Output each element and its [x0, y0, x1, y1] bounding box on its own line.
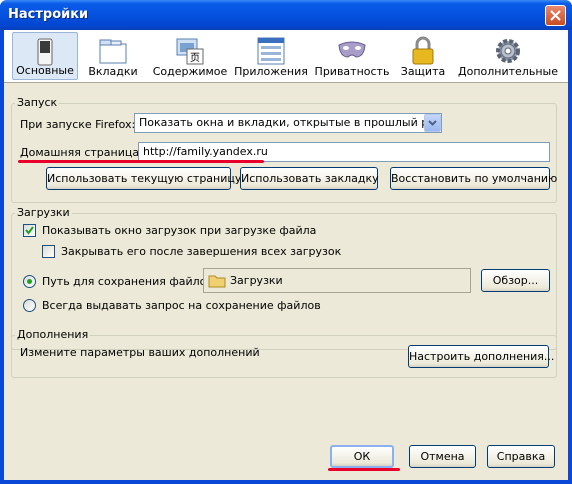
homepage-value: http://family.yandex.ru: [143, 145, 268, 158]
tab-label: Приложения: [234, 65, 308, 78]
help-button[interactable]: Справка: [487, 445, 555, 468]
folder-icon: [208, 275, 226, 288]
privacy-mask-icon: [338, 41, 366, 58]
tabs-icon: [99, 39, 127, 64]
window-title: Настройки: [8, 7, 89, 22]
tab-content[interactable]: 页 Содержимое: [150, 32, 230, 80]
show-downloads-checkbox[interactable]: [23, 224, 36, 237]
tab-label: Приватность: [314, 65, 390, 78]
close-after-checkbox[interactable]: [42, 245, 55, 258]
tab-applications[interactable]: Приложения: [234, 32, 308, 80]
use-current-page-button[interactable]: Использовать текущую страницу: [46, 167, 241, 190]
tab-tabs[interactable]: Вкладки: [82, 32, 144, 80]
on-start-select[interactable]: Показать окна и вкладки, открытые в прош…: [134, 113, 442, 133]
tab-main[interactable]: Основные: [12, 32, 78, 80]
startup-group-label: Запуск: [15, 96, 60, 109]
homepage-label: Домашняя страница:: [20, 146, 143, 159]
content-icon: 页: [176, 38, 204, 65]
svg-text:页: 页: [190, 52, 200, 64]
close-icon: [550, 10, 561, 21]
restore-default-button[interactable]: Восстановить по умолчанию: [390, 167, 557, 190]
always-ask-radio[interactable]: [23, 299, 36, 312]
addons-description: Измените параметры ваших дополнений: [20, 346, 260, 359]
chevron-down-icon: [428, 120, 437, 126]
save-path-value: Загрузки: [230, 274, 283, 287]
tab-label: Основные: [16, 64, 74, 77]
close-after-label: Закрывать его после завершения всех загр…: [61, 245, 342, 258]
dialog-body: Основные Вкладки 页 Содержимое Приложения…: [4, 30, 568, 480]
checkmark-icon: [25, 226, 34, 235]
tab-privacy[interactable]: Приватность: [314, 32, 390, 80]
save-path-radio[interactable]: [23, 275, 36, 288]
ok-button[interactable]: ОК: [330, 445, 394, 468]
applications-icon: [257, 37, 285, 65]
browse-button[interactable]: Обзор...: [481, 269, 550, 292]
use-bookmark-button[interactable]: Использовать закладку: [240, 167, 379, 190]
padlock-icon: [412, 36, 434, 65]
title-bar[interactable]: Настройки: [0, 0, 572, 30]
tab-label: Дополнительные: [458, 65, 558, 78]
downloads-group-label: Загрузки: [15, 206, 72, 219]
settings-window: Настройки Основные Вкладки 页 Содержимое …: [0, 0, 572, 484]
save-path-field[interactable]: Загрузки: [203, 268, 471, 293]
always-ask-label: Всегда выдавать запрос на сохранение фай…: [42, 299, 321, 312]
configure-addons-button[interactable]: Настроить дополнения...: [408, 345, 554, 368]
show-downloads-label: Показывать окно загрузок при загрузке фа…: [42, 224, 317, 237]
tab-label: Защита: [400, 65, 446, 78]
homepage-input[interactable]: http://family.yandex.ru: [138, 142, 550, 162]
gear-icon: [496, 39, 520, 63]
homepage-highlight-underline: [18, 160, 264, 163]
pane-toolbar: Основные Вкладки 页 Содержимое Приложения…: [4, 30, 568, 83]
radio-selected-dot: [27, 279, 32, 284]
ok-highlight-underline: [328, 468, 400, 471]
tab-advanced[interactable]: Дополнительные: [456, 32, 560, 80]
close-button[interactable]: [545, 5, 566, 26]
dropdown-button[interactable]: [424, 114, 441, 132]
save-path-label: Путь для сохранения файлов: [42, 275, 213, 288]
addons-group-label: Дополнения: [15, 328, 91, 341]
on-start-label: При запуске Firefox:: [20, 118, 136, 131]
tab-security[interactable]: Защита: [396, 32, 450, 80]
tab-label: Содержимое: [152, 65, 228, 78]
on-start-value: Показать окна и вкладки, открытые в прош…: [139, 116, 441, 129]
cancel-button[interactable]: Отмена: [409, 445, 476, 468]
tab-label: Вкладки: [88, 65, 138, 78]
